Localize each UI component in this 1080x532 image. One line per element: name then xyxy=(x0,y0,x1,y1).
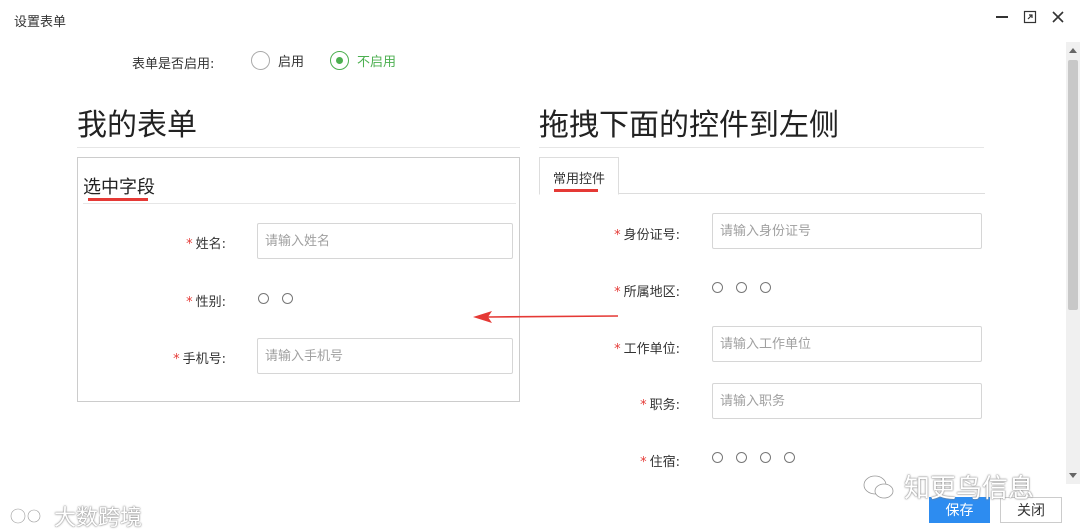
field-label-gender: * 性别: xyxy=(186,295,226,310)
radio-enable-off[interactable] xyxy=(330,51,349,70)
accommodation-radio-3[interactable] xyxy=(760,452,771,463)
dialog-titlebar: 设置表单 xyxy=(0,0,1080,38)
scroll-up-icon[interactable] xyxy=(1069,48,1077,53)
enable-option-off[interactable]: 不启用 xyxy=(330,51,396,70)
section-title-underline xyxy=(88,198,148,201)
scroll-thumb[interactable] xyxy=(1068,60,1078,310)
my-form-heading: 我的表单 xyxy=(77,108,197,143)
region-radio-2[interactable] xyxy=(736,282,747,293)
tab-bar-line xyxy=(619,193,985,194)
enable-option-on-label: 启用 xyxy=(278,55,305,70)
accommodation-radio-2[interactable] xyxy=(736,452,747,463)
close-icon[interactable] xyxy=(1050,9,1066,25)
maximize-icon[interactable] xyxy=(1022,9,1038,25)
watermark-left: 大数跨境 xyxy=(8,500,142,532)
gender-radio-group xyxy=(258,293,293,304)
left-divider xyxy=(77,147,520,148)
accommodation-radio-4[interactable] xyxy=(784,452,795,463)
phone-input[interactable] xyxy=(257,338,513,374)
region-radio-3[interactable] xyxy=(760,282,771,293)
accommodation-radio-1[interactable] xyxy=(712,452,723,463)
watermark-logo-icon xyxy=(9,507,42,525)
position-input[interactable] xyxy=(712,383,982,419)
watermark-right: 知更鸟信息 xyxy=(862,468,1034,505)
window-controls xyxy=(994,9,1066,25)
dialog-title: 设置表单 xyxy=(14,15,67,30)
my-form-panel: 选中字段 *姓名: *性别: *手机号: xyxy=(77,157,520,402)
field-label-name: * 姓名: xyxy=(186,237,226,252)
field-label-accommodation: * 住宿: xyxy=(640,455,680,470)
minimize-icon[interactable] xyxy=(994,9,1010,25)
enable-option-off-label: 不启用 xyxy=(357,55,397,70)
gender-radio-1[interactable] xyxy=(258,293,269,304)
accommodation-radio-group xyxy=(712,452,795,463)
right-divider xyxy=(539,147,984,148)
field-label-employer: * 工作单位: xyxy=(614,342,680,357)
enable-label: 表单是否启用: xyxy=(132,57,215,72)
selected-fields-title: 选中字段 xyxy=(83,177,155,198)
drag-arrow-annotation xyxy=(473,311,619,323)
region-radio-group xyxy=(712,282,771,293)
employer-input[interactable] xyxy=(712,326,982,362)
id-number-input[interactable] xyxy=(712,213,982,249)
scroll-down-icon[interactable] xyxy=(1069,473,1077,478)
vertical-scrollbar[interactable] xyxy=(1066,42,1080,484)
enable-option-on[interactable]: 启用 xyxy=(251,51,304,70)
drag-controls-heading: 拖拽下面的控件到左侧 xyxy=(539,108,839,143)
region-radio-1[interactable] xyxy=(712,282,723,293)
field-label-id-number: * 身份证号: xyxy=(614,228,680,243)
name-input[interactable] xyxy=(257,223,513,259)
field-label-phone: * 手机号: xyxy=(173,352,226,367)
section-divider xyxy=(83,203,516,204)
wechat-icon xyxy=(863,475,894,498)
radio-enable-on[interactable] xyxy=(251,51,270,70)
tab-underline xyxy=(554,189,598,192)
gender-radio-2[interactable] xyxy=(282,293,293,304)
field-label-position: * 职务: xyxy=(640,398,680,413)
field-label-region: * 所属地区: xyxy=(614,285,680,300)
